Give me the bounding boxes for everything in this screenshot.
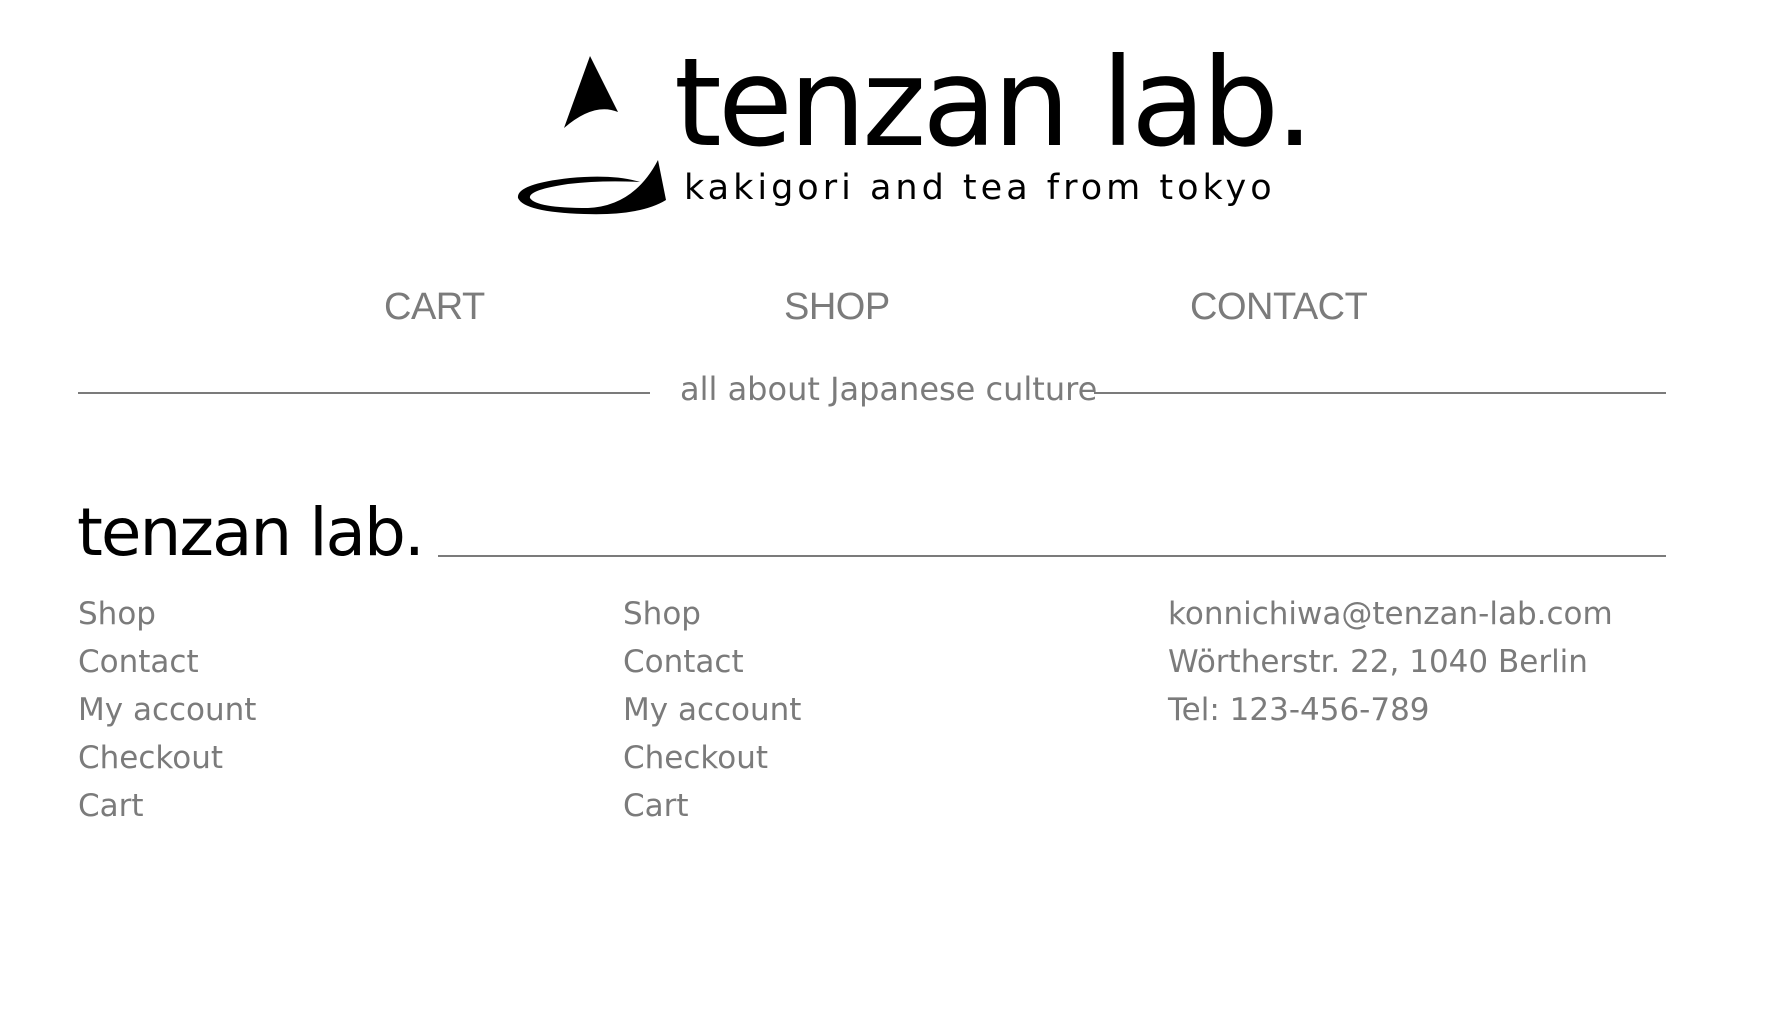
footer-link-item: Contact xyxy=(623,638,801,686)
footer-link-item: Contact xyxy=(78,638,256,686)
footer-link-shop[interactable]: Shop xyxy=(623,596,701,632)
nav-shop-link[interactable]: SHOP xyxy=(784,286,890,329)
footer-link-my-account[interactable]: My account xyxy=(623,692,801,728)
logo-wordmark: tenzan lab. xyxy=(674,32,1314,174)
footer-links-column-2: Shop Contact My account Checkout Cart xyxy=(623,590,801,830)
footer-link-item: Checkout xyxy=(78,734,256,782)
main-nav: CART SHOP CONTACT xyxy=(0,286,1782,332)
contact-email-item: konnichiwa@tenzan-lab.com xyxy=(1168,590,1613,638)
footer-link-item: Cart xyxy=(623,782,801,830)
footer-brand: tenzan lab. xyxy=(77,494,425,571)
logo-tagline: kakigori and tea from tokyo xyxy=(684,168,1276,208)
contact-email-link[interactable]: konnichiwa@tenzan-lab.com xyxy=(1168,596,1613,632)
footer-contact-column: konnichiwa@tenzan-lab.com Wörtherstr. 22… xyxy=(1168,590,1613,734)
divider-text: all about Japanese culture xyxy=(680,370,1098,408)
footer-link-item: Cart xyxy=(78,782,256,830)
nav-cart-link[interactable]: CART xyxy=(384,286,485,329)
divider-line-right xyxy=(1094,392,1666,394)
footer-link-item: My account xyxy=(78,686,256,734)
footer-link-item: Shop xyxy=(78,590,256,638)
kakigori-cone-logo-icon xyxy=(517,56,666,215)
footer-link-cart[interactable]: Cart xyxy=(78,788,144,824)
footer-link-shop[interactable]: Shop xyxy=(78,596,156,632)
footer-link-contact[interactable]: Contact xyxy=(623,644,744,680)
footer-link-item: My account xyxy=(623,686,801,734)
footer-link-checkout[interactable]: Checkout xyxy=(78,740,223,776)
footer-link-cart[interactable]: Cart xyxy=(623,788,689,824)
footer-link-checkout[interactable]: Checkout xyxy=(623,740,768,776)
footer-rule xyxy=(438,555,1666,557)
footer-link-contact[interactable]: Contact xyxy=(78,644,199,680)
contact-phone: Tel: 123-456-789 xyxy=(1168,692,1430,728)
nav-contact-link[interactable]: CONTACT xyxy=(1190,286,1368,329)
footer-link-item: Checkout xyxy=(623,734,801,782)
divider-line-left xyxy=(78,392,650,394)
tagline-divider: all about Japanese culture xyxy=(78,368,1666,418)
footer-links-column-1: Shop Contact My account Checkout Cart xyxy=(78,590,256,830)
site-logo[interactable]: tenzan lab. kakigori and tea from tokyo xyxy=(510,42,1314,222)
contact-address: Wörtherstr. 22, 1040 Berlin xyxy=(1168,644,1588,680)
footer-link-my-account[interactable]: My account xyxy=(78,692,256,728)
footer-link-item: Shop xyxy=(623,590,801,638)
